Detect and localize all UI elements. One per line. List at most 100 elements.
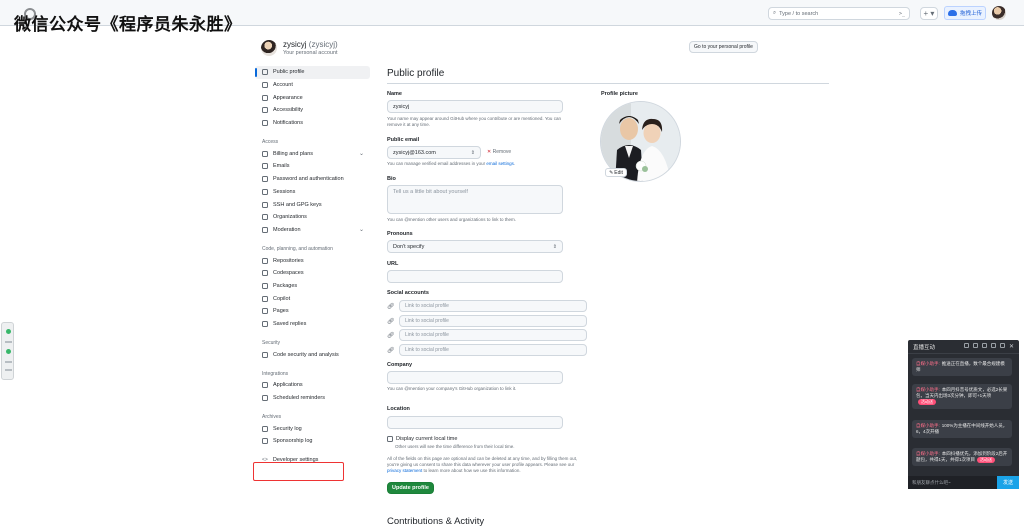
sidebar-item-label: Sessions: [273, 188, 296, 195]
search-input[interactable]: ⌕ Type / to search >_: [768, 7, 910, 20]
toolbar-line: [5, 341, 12, 343]
sidebar-group-title: Code, planning, and automation: [262, 246, 333, 253]
email-note-text: You can manage verified email addresses …: [387, 161, 487, 166]
gear-icon: [262, 82, 268, 89]
sidebar-item-scheduled-reminders[interactable]: Scheduled reminders: [255, 392, 370, 405]
name-label: Name: [387, 91, 402, 97]
social-link-input[interactable]: Link to social profile: [399, 300, 587, 312]
sidebar-item-repositories[interactable]: Repositories: [255, 254, 370, 267]
name-field[interactable]: zysicyj: [387, 100, 563, 113]
sidebar-item-code-security-and-analysis[interactable]: Code security and analysis: [255, 348, 370, 361]
gear-icon[interactable]: [999, 343, 1005, 348]
email-select[interactable]: zysicyj@163.com ⇕: [387, 146, 481, 159]
sidebar-item-organizations[interactable]: Organizations: [255, 211, 370, 224]
social-link-input[interactable]: Link to social profile: [399, 315, 587, 327]
sidebar-item-applications[interactable]: Applications: [255, 379, 370, 392]
message-sender: 自媒小助手:: [916, 361, 940, 366]
bell-icon: [262, 120, 268, 127]
social-account-row: 🔗︎ Link to social profile: [387, 315, 587, 327]
cloud-icon: [948, 10, 957, 16]
sidebar-item-appearance[interactable]: Appearance: [255, 91, 370, 104]
pronouns-label: Pronouns: [387, 231, 413, 237]
create-new-button[interactable]: + ▾: [920, 7, 938, 20]
live-interaction-panel: 直播互动 ✕ 自媒小助手: 推送正在直播，数个最合规建模师 自媒小助手: 本四月抖音号…: [908, 340, 1019, 489]
sidebar-item-notifications[interactable]: Notifications: [255, 117, 370, 130]
close-icon[interactable]: ✕: [1009, 343, 1014, 350]
remove-email-button[interactable]: ✕ Remove: [487, 149, 511, 155]
sidebar-item-account[interactable]: Account: [255, 79, 370, 92]
sidebar-item-moderation[interactable]: Moderation ⌄: [255, 224, 370, 237]
message-tag[interactable]: 活动送: [977, 457, 996, 463]
live-message: 自媒小助手: 100%为主播在中间线开始人员，6，4次开播: [912, 420, 1012, 439]
settings-sidebar: Public profile Account Appearance Accessibi…: [255, 66, 370, 467]
social-link-input[interactable]: Link to social profile: [399, 329, 587, 341]
location-field[interactable]: [387, 416, 563, 429]
sidebar-item-pages[interactable]: Pages: [255, 305, 370, 318]
link-icon: 🔗︎: [387, 303, 395, 310]
clock-icon: [262, 395, 268, 402]
user-avatar[interactable]: [992, 6, 1006, 20]
message-sender: 自媒小助手:: [916, 451, 940, 456]
settings-icon[interactable]: [963, 343, 969, 348]
command-palette-icon[interactable]: >_: [899, 11, 905, 17]
sidebar-group-title: Archives: [262, 414, 282, 421]
location-label: Location: [387, 406, 410, 412]
package-icon: [262, 282, 268, 289]
privacy-note: All of the fields on this page are optio…: [387, 456, 587, 475]
sidebar-item-copilot[interactable]: Copilot: [255, 292, 370, 305]
chat-input[interactable]: 和朋友聊点什么吧~ 发送: [908, 476, 1019, 489]
url-field[interactable]: [387, 270, 563, 283]
chevron-down-icon[interactable]: ⌄: [359, 226, 364, 233]
sidebar-item-codespaces[interactable]: Codespaces: [255, 267, 370, 280]
edit-picture-button[interactable]: ✎ Edit: [605, 168, 627, 177]
lock-icon[interactable]: [981, 343, 987, 348]
bio-textarea[interactable]: Tell us a little bit about yourself: [387, 185, 563, 214]
sidebar-item-label: Copilot: [273, 295, 291, 302]
sidebar-item-sessions[interactable]: Sessions: [255, 186, 370, 199]
pencil-icon: ✎: [609, 169, 614, 176]
sidebar-item-public-profile[interactable]: Public profile: [255, 66, 370, 79]
privacy-statement-link[interactable]: privacy statement: [387, 468, 422, 473]
update-profile-button[interactable]: Update profile: [387, 482, 434, 494]
broadcast-icon: [262, 188, 268, 195]
sidebar-item-packages[interactable]: Packages: [255, 280, 370, 293]
sidebar-item-label: Public profile: [273, 69, 305, 76]
pin-icon[interactable]: [990, 343, 996, 348]
local-time-checkbox[interactable]: [387, 436, 393, 442]
name-value: zysicyj: [393, 103, 410, 110]
toolbar-line: [5, 369, 12, 371]
sidebar-item-sponsorship-log[interactable]: Sponsorship log: [255, 435, 370, 448]
window-icon[interactable]: [972, 343, 978, 348]
sidebar-item-password-and-authentication[interactable]: Password and authentication: [255, 173, 370, 186]
bio-placeholder: Tell us a little bit about yourself: [393, 189, 468, 195]
chevron-down-icon[interactable]: ⌄: [359, 150, 364, 157]
sidebar-item-emails[interactable]: Emails: [255, 160, 370, 173]
floating-toolbar[interactable]: [1, 322, 14, 380]
shield-lock-icon: [262, 176, 268, 183]
local-time-option[interactable]: Display current local time: [387, 436, 457, 442]
message-tag[interactable]: 活动送: [918, 399, 936, 405]
link-icon: 🔗︎: [387, 332, 395, 339]
message-sender: 自媒小助手:: [916, 423, 940, 428]
upload-button[interactable]: 拖拽上传: [944, 6, 986, 20]
company-field[interactable]: [387, 371, 563, 384]
sidebar-item-saved-replies[interactable]: Saved replies: [255, 318, 370, 331]
sidebar-item-label: Scheduled reminders: [273, 395, 325, 402]
sidebar-item-billing-and-plans[interactable]: Billing and plans ⌄: [255, 147, 370, 160]
sidebar-item-label: Moderation: [273, 226, 301, 233]
local-time-note: Other users will see the time difference…: [395, 444, 515, 449]
email-label: Public email: [387, 137, 420, 143]
send-button[interactable]: 发送: [997, 476, 1019, 489]
sidebar-item-security-log[interactable]: Security log: [255, 422, 370, 435]
social-link-input[interactable]: Link to social profile: [399, 344, 587, 356]
sidebar-item-label: Saved replies: [273, 321, 307, 328]
remove-label: Remove: [492, 149, 512, 155]
go-to-profile-button[interactable]: Go to your personal profile: [689, 41, 758, 53]
sidebar-item-accessibility[interactable]: Accessibility: [255, 104, 370, 117]
email-settings-link[interactable]: email settings: [486, 161, 514, 166]
toolbar-line: [5, 361, 12, 363]
sidebar-item-ssh-and-gpg-keys[interactable]: SSH and GPG keys: [255, 198, 370, 211]
pronouns-select[interactable]: Don't specify ⇕: [387, 240, 563, 253]
user-header: zysicyj (zysicyj) Your personal account: [261, 40, 338, 56]
sidebar-item-label: Account: [273, 82, 293, 89]
